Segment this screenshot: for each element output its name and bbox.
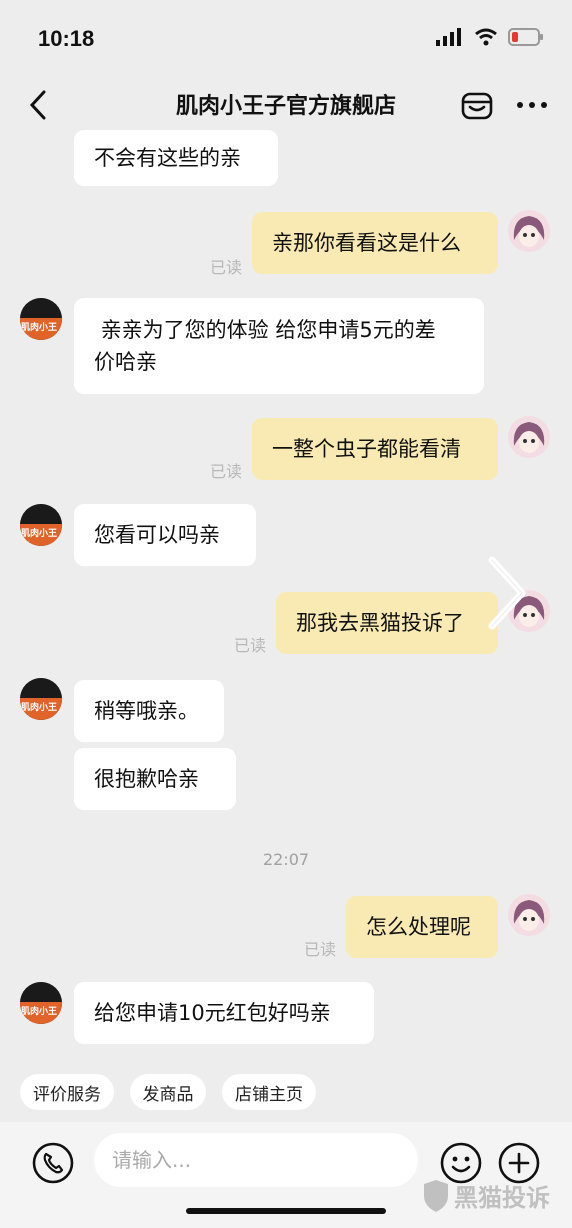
message-text: 稍等哦亲。 <box>94 699 199 723</box>
user-avatar[interactable] <box>508 210 550 252</box>
voice-call-icon[interactable] <box>32 1142 74 1184</box>
shop-avatar-name: 肌肉小王子 <box>21 1007 58 1024</box>
message-text: 给您申请10元红包好吗亲 <box>94 1001 331 1025</box>
user-avatar[interactable] <box>508 416 550 458</box>
watermark-text: 黑猫投诉 <box>454 1184 550 1212</box>
battery-icon <box>508 28 543 46</box>
quick-action-store-home[interactable]: 店铺主页 <box>222 1074 316 1110</box>
message-bubble-shop: 给您申请10元红包好吗亲 <box>74 982 374 1044</box>
message-text: 不会有这些的亲 <box>94 146 241 170</box>
more-icon[interactable] <box>514 92 550 118</box>
message-text: 那我去黑猫投诉了 <box>296 611 464 635</box>
message-bubble-shop: 不会有这些的亲 <box>74 130 278 186</box>
read-receipt: 已读 <box>234 636 267 655</box>
user-avatar-icon <box>508 894 550 936</box>
message-text: 您看可以吗亲 <box>94 523 220 547</box>
status-icons <box>436 28 544 46</box>
shop-avatar-name: 肌肉小王子 <box>21 529 58 546</box>
shop-avatar[interactable]: 肌肉小王子 <box>20 298 62 340</box>
message-bubble-user: 那我去黑猫投诉了 <box>276 592 498 654</box>
read-receipt: 已读 <box>210 462 243 481</box>
black-cat-logo-icon <box>424 1179 448 1212</box>
message-bubble-user: 一整个虫子都能看清 <box>252 418 498 480</box>
shop-avatar[interactable]: 肌肉小王子 <box>20 678 62 720</box>
chevron-right-icon[interactable] <box>486 554 530 632</box>
message-bubble-user: 怎么处理呢 <box>346 896 498 958</box>
message-text: 很抱歉哈亲 <box>94 767 199 791</box>
quick-action-send-product[interactable]: 发商品 <box>130 1074 206 1110</box>
message-bubble-shop: 亲亲为了您的体验 给您申请5元的差 价哈亲 <box>74 298 484 394</box>
shop-avatar[interactable]: 肌肉小王子 <box>20 982 62 1024</box>
status-time: 10:18 <box>38 26 95 51</box>
message-bubble-shop: 稍等哦亲。 <box>74 680 224 742</box>
read-receipt: 已读 <box>210 258 243 277</box>
home-indicator <box>186 1208 386 1214</box>
message-text: 亲亲为了您的体验 给您申请5元的差 价哈亲 <box>94 318 436 374</box>
message-bubble-shop: 很抱歉哈亲 <box>74 748 236 810</box>
read-receipt: 已读 <box>304 940 337 959</box>
user-avatar-icon <box>508 210 550 252</box>
user-avatar-icon <box>508 416 550 458</box>
shop-avatar[interactable]: 肌肉小王子 <box>20 504 62 546</box>
message-text: 怎么处理呢 <box>366 915 471 939</box>
signal-icon <box>436 28 461 46</box>
user-avatar[interactable] <box>508 894 550 936</box>
quick-action-rate-service[interactable]: 评价服务 <box>20 1074 114 1110</box>
watermark: 黑猫投诉 <box>422 1178 550 1213</box>
time-separator: 22:07 <box>262 850 310 869</box>
message-bubble-user: 亲那你看看这是什么 <box>252 212 498 274</box>
shop-avatar-name: 肌肉小王子 <box>21 703 58 720</box>
message-bubble-shop: 您看可以吗亲 <box>74 504 256 566</box>
message-text: 亲那你看看这是什么 <box>272 231 461 255</box>
wifi-icon <box>475 28 497 46</box>
message-input[interactable] <box>94 1133 418 1187</box>
shop-avatar-name: 肌肉小王子 <box>21 323 58 340</box>
message-text: 一整个虫子都能看清 <box>272 437 461 461</box>
store-icon[interactable] <box>460 88 494 122</box>
